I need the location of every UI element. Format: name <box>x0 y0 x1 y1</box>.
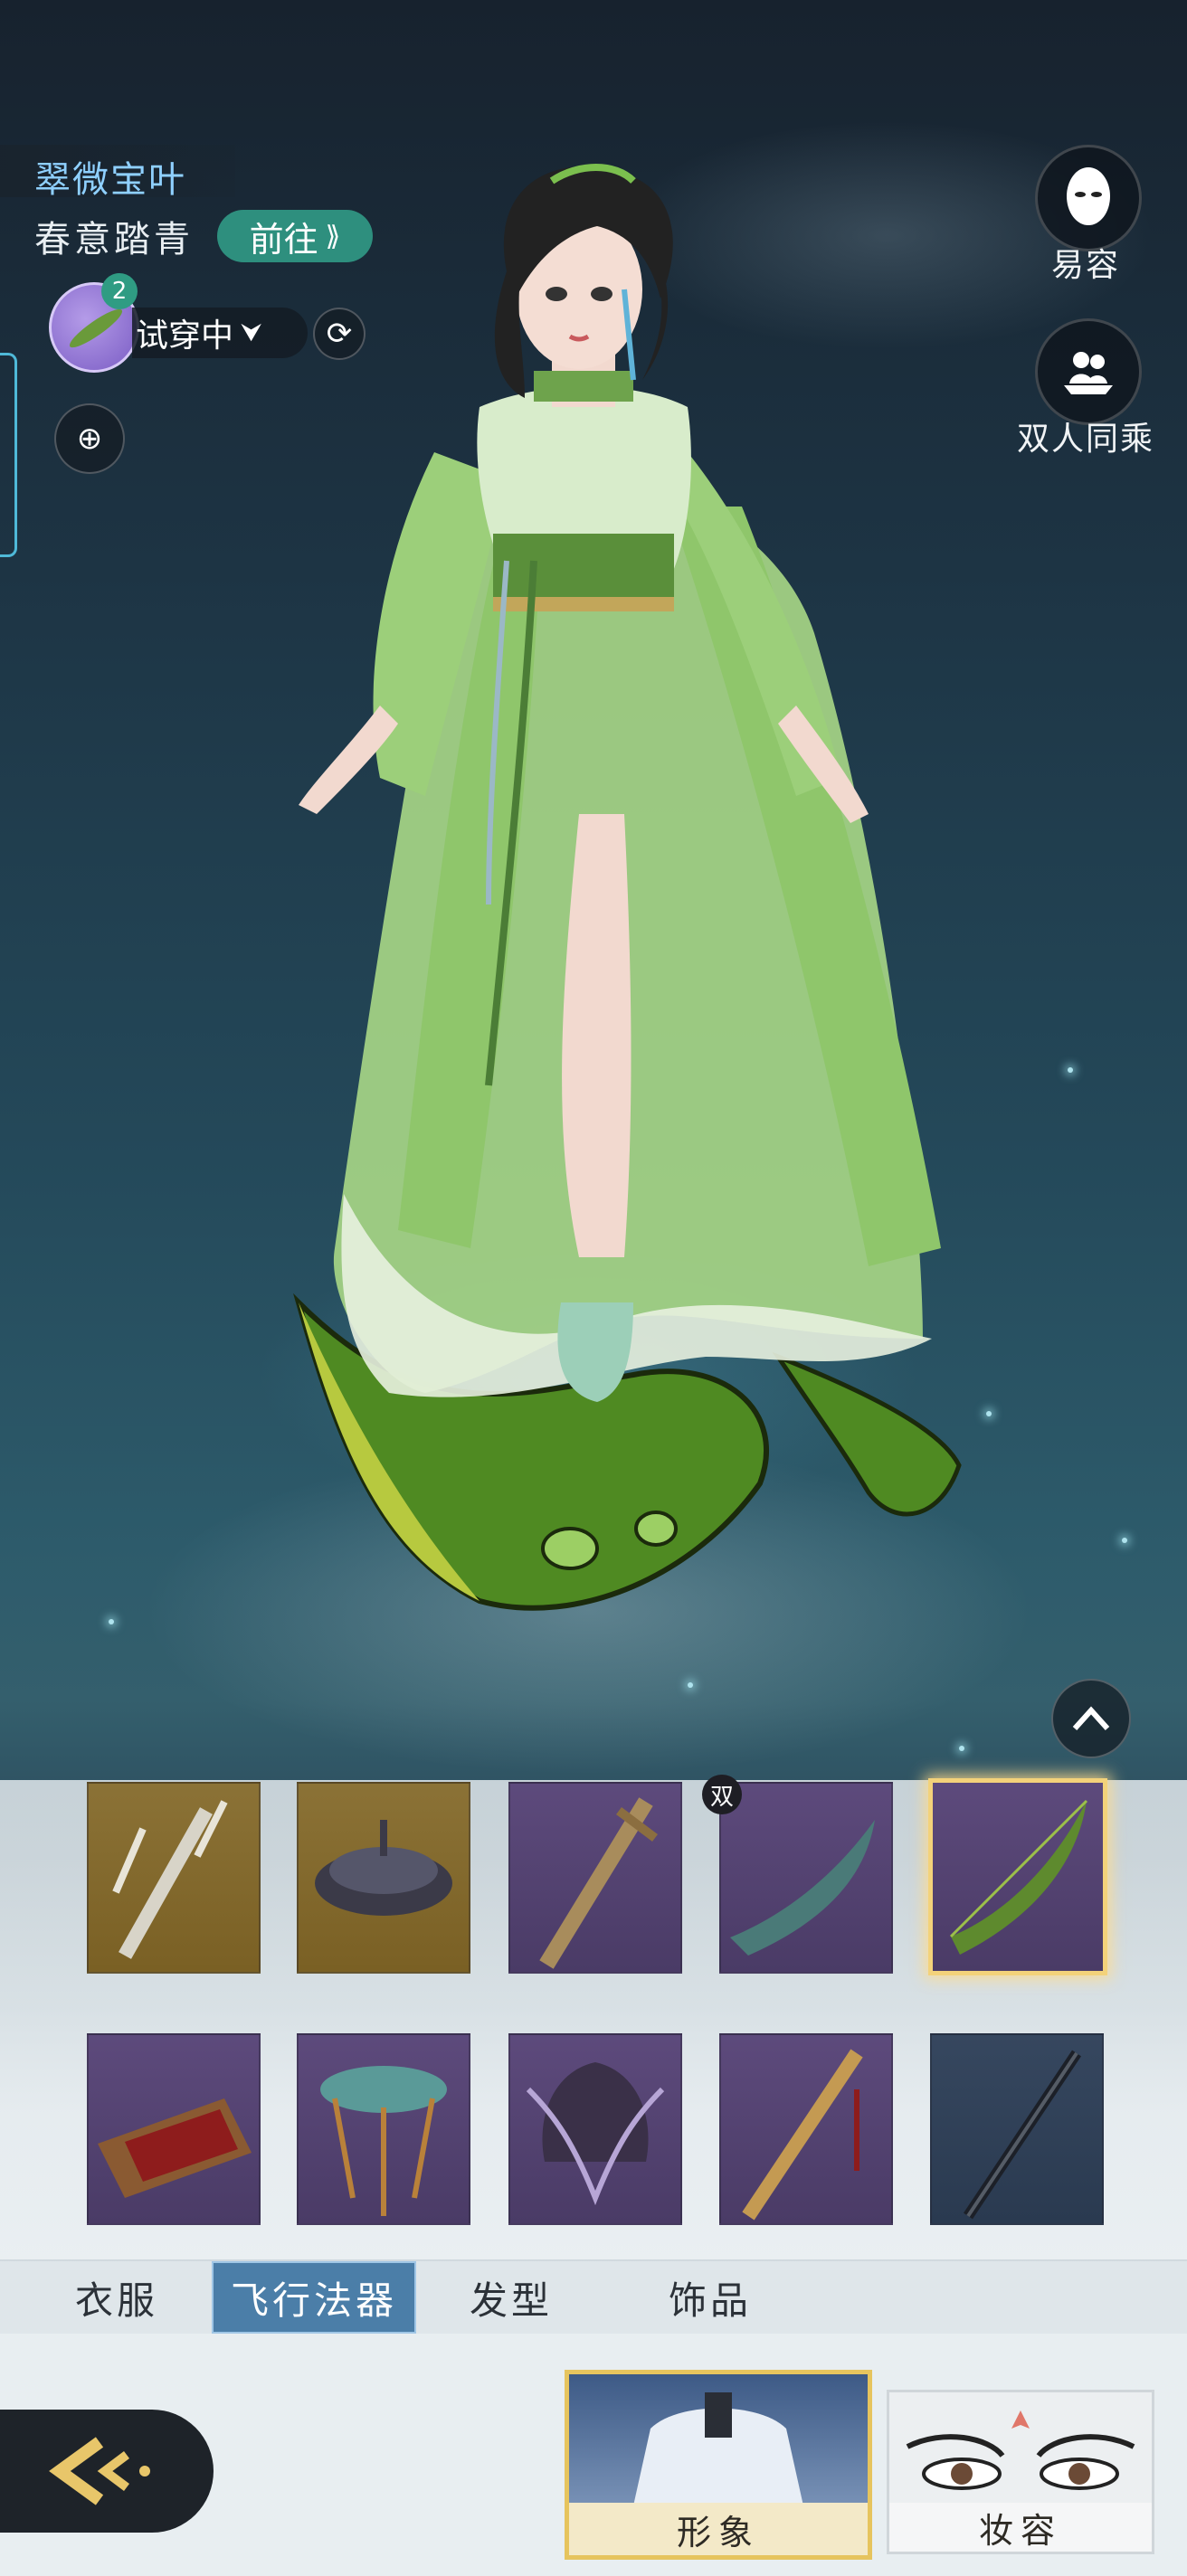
tab-flying-artifact[interactable]: 飞行法器 <box>212 2261 416 2334</box>
arrow-right-icon: ⟫ <box>325 220 341 252</box>
item-card-green-leaf[interactable] <box>928 1778 1107 1975</box>
duo-ride-icon <box>1064 352 1113 394</box>
bamboo-raft-icon <box>98 2098 252 2198</box>
tryon-count-badge: 2 <box>101 273 138 309</box>
makeup-button[interactable]: 妆容 <box>887 2390 1154 2554</box>
makeover-button[interactable] <box>1035 145 1142 251</box>
duo-ride-label: 双人同乘 <box>1016 421 1154 458</box>
winged-bell-icon <box>526 2062 665 2206</box>
item-card-lotus-lantern[interactable] <box>297 2033 470 2225</box>
refresh-icon: ⟳ <box>326 316 353 352</box>
zoom-button[interactable]: ⊕ <box>54 403 125 474</box>
twin-swords-icon <box>112 1800 228 1959</box>
face-mask-icon <box>1067 167 1110 225</box>
character-model[interactable] <box>0 0 1187 1773</box>
appearance-button[interactable]: 形象 <box>565 2370 872 2560</box>
item-card-iron-sword[interactable] <box>930 2033 1104 2225</box>
tryon-label: 试穿中 <box>136 317 234 355</box>
iron-sword-icon <box>964 2050 1081 2220</box>
makeup-label: 妆容 <box>889 2503 1152 2552</box>
golden-sword-icon <box>742 2049 863 2221</box>
chevron-down-icon: ⮟ <box>241 317 262 347</box>
set-name: 春意踏青 <box>34 219 194 260</box>
chevron-up-icon <box>1072 1706 1110 1731</box>
refresh-button[interactable]: ⟳ <box>313 308 366 360</box>
collapse-button[interactable] <box>1051 1679 1131 1758</box>
side-panel-handle[interactable] <box>0 353 17 557</box>
lotus-lantern-icon <box>320 2066 447 2216</box>
carved-staff-icon <box>539 1797 658 1969</box>
goto-button[interactable]: 前往 ⟫ <box>217 210 373 262</box>
appearance-label: 形象 <box>569 2503 868 2555</box>
makeover-label: 易容 <box>1050 247 1120 284</box>
item-card-bamboo-raft[interactable] <box>87 2033 261 2225</box>
item-card-golden-sword[interactable] <box>719 2033 893 2225</box>
item-card-dark-disc[interactable] <box>297 1782 470 1974</box>
bone-boat-icon <box>730 1820 875 1956</box>
dark-disc-icon <box>315 1820 452 1916</box>
green-leaf-icon <box>949 1799 1088 1955</box>
tab-hairstyle[interactable]: 发型 <box>434 2261 588 2334</box>
goto-label: 前往 <box>249 219 318 260</box>
back-arrow-icon <box>49 2437 150 2505</box>
zoom-in-icon: ⊕ <box>76 421 103 457</box>
item-card-carved-staff[interactable] <box>508 1782 682 1974</box>
duo-ride-button[interactable] <box>1035 318 1142 425</box>
tryon-dropdown[interactable]: 试穿中 ⮟ <box>132 308 308 358</box>
item-card-winged-bell[interactable] <box>508 2033 682 2225</box>
back-button[interactable] <box>0 2410 214 2533</box>
item-card-twin-swords[interactable] <box>87 1782 261 1974</box>
tab-accessories[interactable]: 饰品 <box>633 2261 787 2334</box>
double-tag: 双 <box>702 1775 742 1814</box>
tab-clothes[interactable]: 衣服 <box>40 2261 194 2334</box>
outfit-name: 翠微宝叶 <box>34 159 186 201</box>
item-card-bone-boat[interactable] <box>719 1782 893 1974</box>
